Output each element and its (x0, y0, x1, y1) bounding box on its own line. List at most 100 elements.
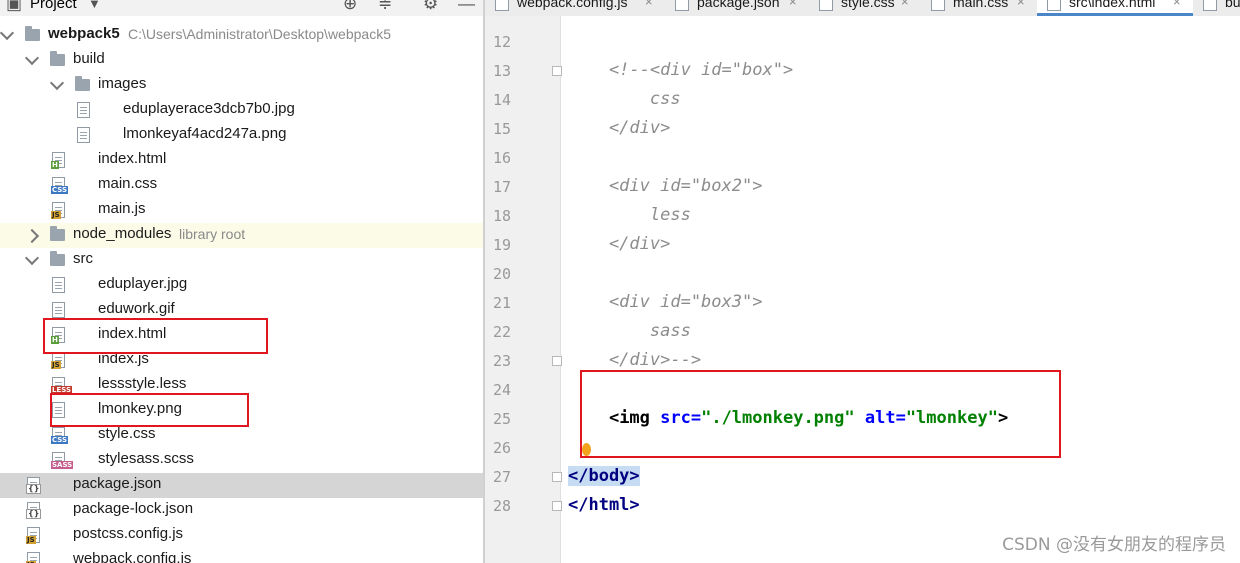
tree-item-label: webpack5 (48, 25, 120, 42)
chevron-down-icon[interactable] (0, 25, 15, 41)
tree-item[interactable]: {} package-lock.json (0, 498, 483, 523)
line-number: 26 (492, 439, 511, 457)
intention-bulb-icon[interactable] (582, 443, 591, 456)
js-file-icon: JS (51, 352, 65, 369)
code-line: css (568, 89, 681, 109)
minimize-icon[interactable]: — (458, 0, 475, 14)
tree-item[interactable]: eduplayerace3dcb7b0.jpg (0, 98, 483, 123)
editor-tab[interactable]: webpack.config.js × (485, 0, 665, 16)
tree-item-label: eduplayer.jpg (98, 275, 188, 292)
file-icon (495, 0, 509, 11)
tree-item[interactable]: SASS stylesass.scss (0, 448, 483, 473)
tree-item-label: package.json (73, 475, 162, 492)
tree-item[interactable]: build (0, 48, 483, 73)
highlight-box-index-html (43, 318, 268, 354)
image-file-icon (52, 302, 65, 318)
html-file-icon: H (51, 152, 65, 169)
close-icon[interactable]: × (645, 0, 653, 9)
editor-tab[interactable]: package.json × (665, 0, 809, 16)
file-type-badge: JS (51, 211, 61, 219)
tree-item[interactable]: CSS main.css (0, 173, 483, 198)
chevron-down-icon[interactable] (24, 50, 40, 66)
file-type-badge: JS (26, 536, 36, 544)
file-icon (1203, 0, 1217, 11)
code-editor[interactable]: webpack.config.js × package.json × style.css… (485, 0, 1240, 563)
js-file-icon: JS (26, 552, 40, 563)
image-file-icon (77, 127, 90, 143)
tree-item[interactable]: images (0, 73, 483, 98)
line-number: 22 (492, 323, 511, 341)
code-line: <div id="box2"> (568, 176, 763, 196)
tree-item-label: node_modules (73, 225, 172, 242)
fold-marker-icon[interactable] (552, 501, 562, 511)
fold-marker-icon[interactable] (552, 66, 562, 76)
tree-item-label: build (73, 50, 105, 67)
tree-item[interactable]: {} package.json (0, 473, 483, 498)
code-line: </div>--> (568, 350, 702, 370)
tree-item[interactable]: JS webpack.config.js (0, 548, 483, 563)
less-file-icon: LESS (51, 377, 73, 394)
file-icon (1047, 0, 1061, 11)
line-number: 18 (492, 207, 511, 225)
editor-tab-label: main.css (953, 0, 1009, 10)
tree-item[interactable]: node_modules library root (0, 223, 483, 248)
file-type-badge: CSS (51, 436, 69, 444)
code-line: <div id="box3"> (568, 292, 763, 312)
tree-item[interactable]: JS main.js (0, 198, 483, 223)
tree-item[interactable]: webpack5 C:\Users\Administrator\Desktop\w… (0, 23, 483, 48)
chevron-right-icon[interactable] (24, 228, 40, 244)
line-number: 15 (492, 120, 511, 138)
file-type-badge: JS (51, 361, 61, 369)
editor-tab-bar: webpack.config.js × package.json × style.css… (485, 0, 1240, 16)
tree-item[interactable]: lmonkeyaf4acd247a.png (0, 123, 483, 148)
code-line: </html> (568, 495, 640, 515)
editor-tab[interactable]: bu (1193, 0, 1240, 16)
editor-tab-label: src\index.html (1069, 0, 1156, 10)
json-file-icon: {} (26, 477, 42, 494)
file-type-badge: SASS (51, 461, 74, 469)
line-number: 16 (492, 149, 511, 167)
chevron-down-icon[interactable]: ▼ (88, 0, 101, 14)
tree-item[interactable]: eduplayer.jpg (0, 273, 483, 298)
fold-marker-icon[interactable] (552, 356, 562, 366)
chevron-down-icon[interactable] (49, 75, 65, 91)
fold-marker-icon[interactable] (552, 472, 562, 482)
tree-item[interactable]: JS postcss.config.js (0, 523, 483, 548)
gear-icon[interactable]: ⚙ (423, 0, 438, 14)
close-icon[interactable]: × (1017, 0, 1025, 9)
close-icon[interactable]: × (789, 0, 797, 9)
line-number: 27 (492, 468, 511, 486)
css-file-icon: CSS (51, 427, 69, 444)
project-view-icon[interactable]: ▣ (6, 0, 22, 14)
closing-tag: </html> (568, 495, 640, 515)
tree-item[interactable]: src (0, 248, 483, 273)
close-icon[interactable]: × (901, 0, 909, 9)
line-number: 25 (492, 410, 511, 428)
json-file-icon: {} (26, 502, 42, 519)
file-type-badge: CSS (51, 186, 69, 194)
line-number: 24 (492, 381, 511, 399)
collapse-icon[interactable]: ≑ (378, 0, 392, 14)
chevron-down-icon[interactable] (24, 250, 40, 266)
tree-item-label: style.css (98, 425, 156, 442)
tree-item-label: eduplayerace3dcb7b0.jpg (123, 100, 295, 117)
project-title[interactable]: Project (30, 0, 77, 12)
tree-item-label: postcss.config.js (73, 525, 184, 542)
project-panel: ▣ Project ▼ ⊕ ≑ ⚙ — webpack5 C:\Users\Adm… (0, 0, 483, 563)
code-line: </body> (568, 466, 640, 486)
locate-icon[interactable]: ⊕ (343, 0, 357, 14)
editor-tab[interactable]: main.css × (921, 0, 1037, 16)
folder-icon (50, 251, 65, 266)
editor-tab[interactable]: style.css × (809, 0, 921, 16)
tree-item-label: webpack.config.js (73, 550, 192, 563)
code-line: less (568, 205, 691, 225)
file-type-badge: {} (26, 509, 42, 519)
close-icon[interactable]: × (1173, 0, 1181, 9)
sass-file-icon: SASS (51, 452, 74, 469)
closing-tag: </body> (568, 466, 640, 486)
editor-tab-label: bu (1225, 0, 1240, 10)
tree-item[interactable]: Hindex.html (0, 148, 483, 173)
editor-tab[interactable]: src\index.html × (1037, 0, 1193, 16)
code-line: sass (568, 321, 691, 341)
tree-item-label: images (98, 75, 147, 92)
